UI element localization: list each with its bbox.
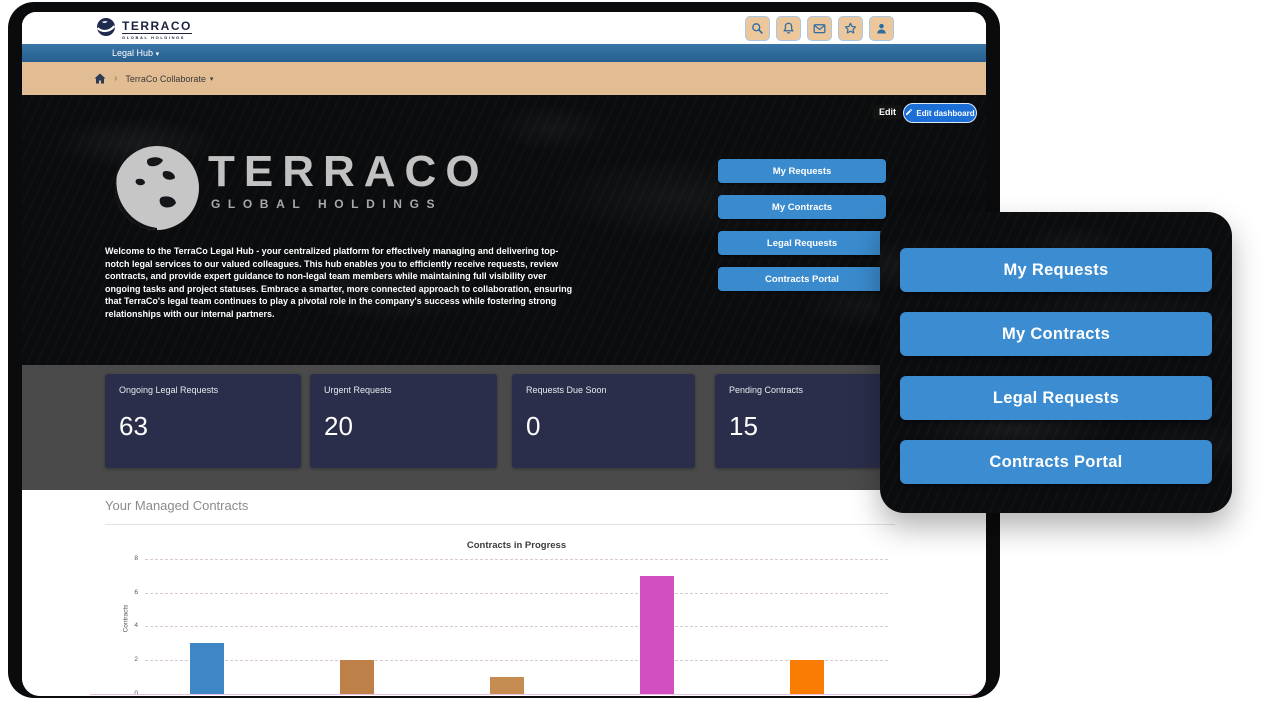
primary-navbar: Legal Hub ▾ (22, 44, 986, 62)
chart-gridline (145, 593, 888, 594)
header-logo[interactable]: TERRACO GLOBAL HOLDINGS (94, 15, 192, 44)
overlay-button-contracts-portal[interactable]: Contracts Portal (900, 440, 1212, 484)
chart-bar-3 (490, 677, 524, 694)
overlay-button-my-requests[interactable]: My Requests (900, 248, 1212, 292)
top-header-bar: TERRACO GLOBAL HOLDINGS (22, 12, 986, 44)
chart-x-axis-line (90, 694, 985, 695)
app-window-content: TERRACO GLOBAL HOLDINGS Legal Hub ▾ (22, 12, 986, 696)
header-icon-toolbar (745, 16, 894, 41)
stat-value: 15 (729, 411, 883, 442)
chart-bar-4 (640, 576, 674, 694)
hero-section: Edit Edit dashboard (22, 95, 986, 365)
chart-bar-5 (790, 660, 824, 694)
chart-y-tick: 4 (118, 622, 138, 629)
hero-globe-logo-icon (110, 141, 204, 240)
stat-label: Urgent Requests (324, 385, 483, 395)
chart-bar-1 (190, 643, 224, 694)
chart-y-tick: 6 (118, 589, 138, 596)
chart-y-tick: 8 (118, 555, 138, 562)
edit-tooltip: Edit (873, 105, 902, 119)
globe-logo-icon (94, 15, 118, 44)
stats-band: Ongoing Legal Requests 63 Urgent Requests 2… (22, 365, 986, 490)
chart-y-axis-label: Contracts (123, 589, 130, 649)
notifications-bell-icon[interactable] (776, 16, 801, 41)
hero-brand-title: TERRACO (208, 147, 489, 197)
search-icon[interactable] (745, 16, 770, 41)
hero-button-my-contracts[interactable]: My Contracts (718, 195, 886, 219)
stat-card-urgent-requests: Urgent Requests 20 (310, 374, 497, 468)
hero-brand-subtitle: GLOBAL HOLDINGS (211, 197, 442, 211)
chart-gridline (145, 559, 888, 560)
chart-y-tick: 0 (118, 690, 138, 696)
nav-item-label: Legal Hub (112, 48, 153, 58)
section-heading: Your Managed Contracts (105, 498, 248, 513)
zoom-callout-panel: My Requests My Contracts Legal Requests Con… (880, 212, 1232, 513)
chart-bar-2 (340, 660, 374, 694)
stat-label: Pending Contracts (729, 385, 883, 395)
chart-gridline (145, 660, 888, 661)
breadcrumb-separator-icon: › (114, 73, 117, 84)
hero-button-my-requests[interactable]: My Requests (718, 159, 886, 183)
breadcrumb: › TerraCo Collaborate ▾ (22, 62, 986, 95)
header-brand-subtitle: GLOBAL HOLDINGS (122, 35, 192, 40)
chart-title: Contracts in Progress (145, 540, 888, 551)
welcome-paragraph: Welcome to the TerraCo Legal Hub - your … (105, 245, 573, 321)
edit-dashboard-button[interactable]: Edit dashboard (903, 103, 977, 123)
stat-label: Ongoing Legal Requests (119, 385, 287, 395)
hero-quick-links: My Requests My Contracts Legal Requests Con… (718, 159, 886, 291)
hero-button-legal-requests[interactable]: Legal Requests (718, 231, 886, 255)
header-logo-text: TERRACO GLOBAL HOLDINGS (122, 20, 192, 40)
stat-card-requests-due-soon: Requests Due Soon 0 (512, 374, 695, 468)
stat-card-ongoing-legal-requests: Ongoing Legal Requests 63 (105, 374, 301, 468)
pencil-icon (905, 108, 913, 118)
overlay-button-my-contracts[interactable]: My Contracts (900, 312, 1212, 356)
page: TERRACO GLOBAL HOLDINGS Legal Hub ▾ (0, 0, 1280, 721)
chart-y-tick: 2 (118, 656, 138, 663)
user-profile-icon[interactable] (869, 16, 894, 41)
stat-card-pending-contracts: Pending Contracts 15 (715, 374, 897, 468)
favorites-star-icon[interactable] (838, 16, 863, 41)
nav-item-legal-hub[interactable]: Legal Hub ▾ (112, 48, 159, 58)
stat-value: 63 (119, 411, 287, 442)
home-icon[interactable] (94, 73, 106, 84)
section-divider (105, 524, 895, 525)
chart-gridline (145, 626, 888, 627)
mail-envelope-icon[interactable] (807, 16, 832, 41)
breadcrumb-item-terraco-collaborate[interactable]: TerraCo Collaborate (125, 74, 206, 84)
overlay-button-legal-requests[interactable]: Legal Requests (900, 376, 1212, 420)
stat-value: 0 (526, 411, 681, 442)
hero-button-contracts-portal[interactable]: Contracts Portal (718, 267, 886, 291)
stat-label: Requests Due Soon (526, 385, 681, 395)
chevron-down-icon[interactable]: ▾ (210, 75, 214, 83)
chevron-down-icon: ▾ (156, 51, 160, 58)
header-brand-name: TERRACO (122, 20, 192, 34)
stat-value: 20 (324, 411, 483, 442)
managed-contracts-section: Your Managed Contracts Contracts in Prog… (22, 490, 986, 696)
app-window-frame: TERRACO GLOBAL HOLDINGS Legal Hub ▾ (8, 2, 1000, 698)
edit-dashboard-label: Edit dashboard (916, 109, 974, 118)
